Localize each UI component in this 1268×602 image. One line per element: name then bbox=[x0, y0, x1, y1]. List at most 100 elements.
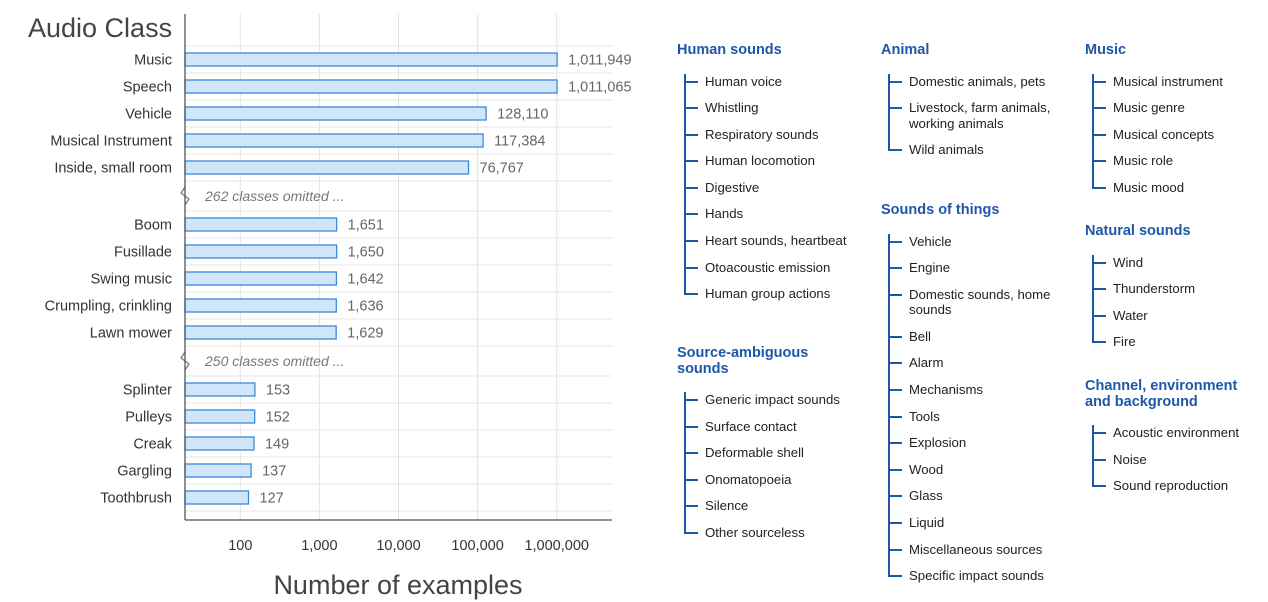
category-label: Splinter bbox=[123, 383, 172, 399]
tree-item: Heart sounds, heartbeat bbox=[677, 233, 862, 249]
x-tick-label: 1,000 bbox=[301, 538, 337, 554]
tree-item: Miscellaneous sources bbox=[881, 542, 1066, 558]
bar bbox=[184, 463, 252, 478]
chart-title: Audio Class bbox=[28, 13, 172, 43]
category-title: Sounds of things bbox=[881, 202, 1000, 218]
tree-item: Silence bbox=[677, 498, 862, 514]
tree-item: Whistling bbox=[677, 100, 862, 116]
bar bbox=[184, 436, 255, 451]
category-label: Pulleys bbox=[125, 410, 172, 426]
category-channel-environment-and-background: Channel, environment and background Acous… bbox=[1085, 378, 1265, 494]
data-label: 1,651 bbox=[348, 218, 384, 234]
category-label: Inside, small room bbox=[54, 161, 172, 177]
category-title: Natural sounds bbox=[1085, 223, 1191, 239]
tree-item: Music genre bbox=[1085, 100, 1265, 116]
tree-item: Acoustic environment bbox=[1085, 425, 1265, 441]
tree-item: Hands bbox=[677, 206, 862, 222]
tree-item: Wind bbox=[1085, 255, 1265, 271]
bar bbox=[184, 271, 338, 286]
category-label: Music bbox=[134, 53, 172, 69]
bar bbox=[184, 79, 558, 94]
x-tick-label: 10,000 bbox=[376, 538, 420, 554]
tree-item: Music role bbox=[1085, 153, 1265, 169]
tree-item: Digestive bbox=[677, 180, 862, 196]
tree-item: Mechanisms bbox=[881, 382, 1066, 398]
tree-item: Music mood bbox=[1085, 180, 1265, 196]
x-axis-label: Number of examples bbox=[273, 570, 522, 600]
tree-item: Engine bbox=[881, 260, 1066, 276]
category-label: Vehicle bbox=[125, 107, 172, 123]
data-label: 76,767 bbox=[480, 161, 524, 177]
category-sounds-of-things: Sounds of things Vehicle Engine Domestic so… bbox=[881, 202, 1066, 584]
bar bbox=[184, 217, 338, 232]
category-label: Speech bbox=[123, 80, 172, 96]
category-tree: Human voice Whistling Respiratory sounds Hu… bbox=[677, 73, 862, 302]
tree-item: Sound reproduction bbox=[1085, 478, 1265, 494]
category-tree: Acoustic environment Noise Sound reproduct… bbox=[1085, 425, 1265, 494]
data-label: 127 bbox=[260, 491, 284, 507]
tree-item: Domestic animals, pets bbox=[881, 74, 1066, 90]
data-label: 1,636 bbox=[347, 299, 383, 315]
bar bbox=[184, 244, 338, 259]
tree-item: Specific impact sounds bbox=[881, 568, 1066, 584]
category-tree: Wind Thunderstorm Water Fire bbox=[1085, 254, 1265, 350]
tree-item: Alarm bbox=[881, 355, 1066, 371]
tree-item: Musical instrument bbox=[1085, 74, 1265, 90]
bar-chart: Music 1,011,949 Speech 1,011,065 Vehicle 128,… bbox=[28, 13, 632, 600]
tree-item: Thunderstorm bbox=[1085, 281, 1265, 297]
tree-item: Musical concepts bbox=[1085, 127, 1265, 143]
category-title: Source-ambiguous sounds bbox=[677, 345, 809, 377]
bar bbox=[184, 490, 250, 505]
category-title: Human sounds bbox=[677, 42, 782, 58]
category-label: Creak bbox=[133, 437, 172, 453]
data-label: 1,011,949 bbox=[568, 53, 631, 69]
tree-item: Liquid bbox=[881, 515, 1066, 531]
bar bbox=[184, 133, 484, 148]
tree-item: Glass bbox=[881, 488, 1066, 504]
x-tick-label: 100,000 bbox=[451, 538, 503, 554]
category-source-ambiguous-sounds: Source-ambiguous sounds Generic impact so… bbox=[677, 345, 862, 541]
category-label: Boom bbox=[134, 218, 172, 234]
tree-item: Vehicle bbox=[881, 234, 1066, 250]
category-label: Lawn mower bbox=[90, 326, 172, 342]
category-title: Channel, environment and background bbox=[1085, 378, 1238, 410]
category-label: Swing music bbox=[91, 272, 172, 288]
tree-item: Human group actions bbox=[677, 286, 862, 302]
data-label: 1,629 bbox=[347, 326, 383, 342]
category-natural-sounds: Natural sounds Wind Thunderstorm Water Fire bbox=[1085, 223, 1265, 350]
bar bbox=[184, 160, 470, 175]
tree-item: Other sourceless bbox=[677, 525, 862, 541]
bar bbox=[184, 409, 256, 424]
category-animal: Animal Domestic animals, pets Livestock, f… bbox=[881, 42, 1066, 158]
data-label: 153 bbox=[266, 383, 290, 399]
data-label: 152 bbox=[266, 410, 290, 426]
tree-item: Explosion bbox=[881, 435, 1066, 451]
data-label: 149 bbox=[265, 437, 289, 453]
tree-item: Livestock, farm animals, working animals bbox=[881, 100, 1066, 131]
bar bbox=[184, 325, 337, 340]
category-tree: Vehicle Engine Domestic sounds, home sound… bbox=[881, 233, 1066, 584]
category-label: Toothbrush bbox=[100, 491, 172, 507]
tree-item: Noise bbox=[1085, 452, 1265, 468]
tree-item: Water bbox=[1085, 308, 1265, 324]
category-title: Music bbox=[1085, 42, 1127, 58]
tree-item: Fire bbox=[1085, 334, 1265, 350]
omitted-note: 262 classes omitted ... bbox=[204, 188, 344, 204]
omitted-note: 250 classes omitted ... bbox=[204, 353, 344, 369]
tree-item: Surface contact bbox=[677, 419, 862, 435]
category-label: Musical Instrument bbox=[50, 134, 172, 150]
data-label: 137 bbox=[262, 464, 286, 480]
bar bbox=[184, 106, 487, 121]
tree-item: Domestic sounds, home sounds bbox=[881, 287, 1066, 318]
tree-item: Wood bbox=[881, 462, 1066, 478]
tree-item: Bell bbox=[881, 329, 1066, 345]
category-label: Fusillade bbox=[114, 245, 172, 261]
data-label: 1,642 bbox=[347, 272, 383, 288]
bar bbox=[184, 382, 256, 397]
data-label: 128,110 bbox=[497, 107, 548, 123]
category-title: Animal bbox=[881, 42, 930, 58]
tree-item: Wild animals bbox=[881, 142, 1066, 158]
tree-item: Otoacoustic emission bbox=[677, 260, 862, 276]
data-label: 117,384 bbox=[494, 134, 545, 150]
category-tree: Domestic animals, pets Livestock, farm an… bbox=[881, 73, 1066, 158]
